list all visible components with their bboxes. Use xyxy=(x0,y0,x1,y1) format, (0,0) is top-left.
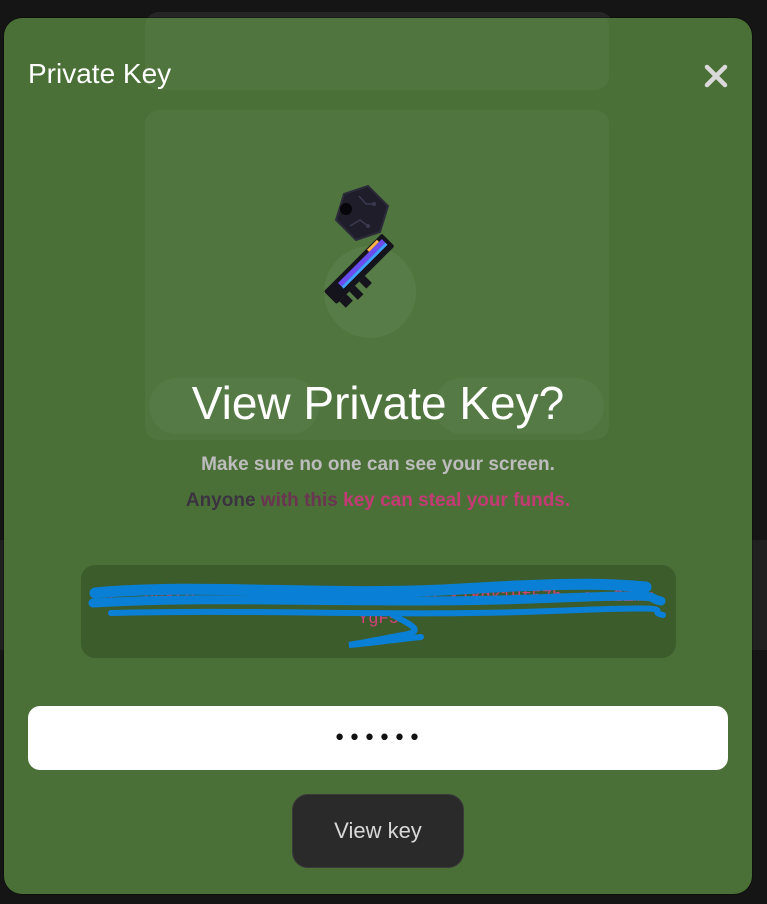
password-input[interactable] xyxy=(28,706,728,770)
private-key-value: 3...ph8rb....................k451.ki8gk1… xyxy=(103,588,654,629)
private-key-modal: Private Key View Private Key? Make sure … xyxy=(4,18,752,894)
funds-warning: Anyone with this key can steal your fund… xyxy=(4,490,752,512)
warning-text-part: key can steal your funds. xyxy=(343,490,571,511)
warning-text-part: Anyone xyxy=(185,490,261,511)
warning-text-part: with this xyxy=(260,490,344,511)
close-icon xyxy=(704,64,728,88)
dialog-heading: View Private Key? xyxy=(191,377,565,429)
close-button[interactable] xyxy=(700,60,732,92)
view-key-button[interactable]: View key xyxy=(292,794,464,868)
private-key-display: 3...ph8rb....................k451.ki8gk1… xyxy=(81,565,676,658)
background-ghost-panel xyxy=(145,18,609,90)
screen-privacy-notice: Make sure no one can see your screen. xyxy=(201,454,555,475)
modal-title: Private Key xyxy=(28,58,172,89)
key-icon xyxy=(324,184,394,308)
